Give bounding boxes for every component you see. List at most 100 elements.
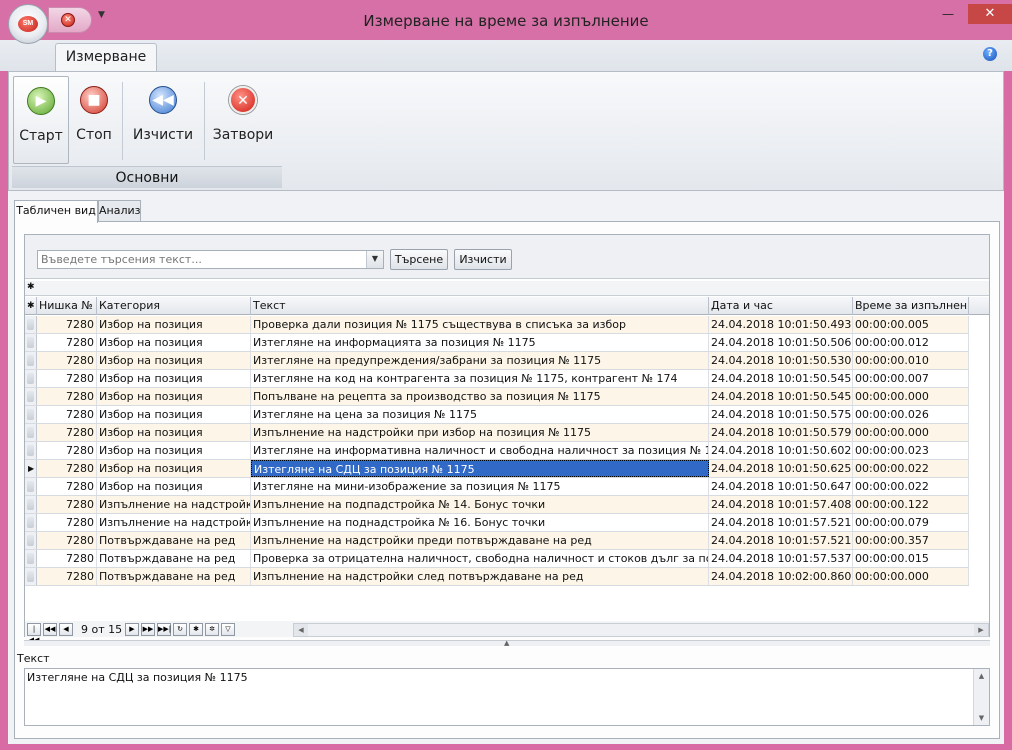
previous-page-icon[interactable]: ◀◀ <box>43 623 57 636</box>
cell-thread[interactable]: 7280 <box>37 370 97 387</box>
cell-text[interactable]: Изтегляне на предупреждения/забрани за п… <box>251 352 709 369</box>
cell-datetime[interactable]: 24.04.2018 10:01:50.545 <box>709 388 853 405</box>
column-header-duration[interactable]: Време за изпълнение <box>853 297 969 315</box>
cell-category[interactable]: Избор на позиция <box>97 478 251 495</box>
cell-category[interactable]: Избор на позиция <box>97 424 251 441</box>
table-row[interactable]: 7280 Изпълнение на надстройки Изпълнение н… <box>25 514 969 532</box>
row-indicator[interactable] <box>25 514 37 531</box>
refresh-icon[interactable]: ↻ <box>173 623 187 636</box>
cell-datetime[interactable]: 24.04.2018 10:01:50.602 <box>709 442 853 459</box>
cell-datetime[interactable]: 24.04.2018 10:01:50.647 <box>709 478 853 495</box>
cell-category[interactable]: Потвърждаване на ред <box>97 532 251 549</box>
cell-thread[interactable]: 7280 <box>37 334 97 351</box>
cell-duration[interactable]: 00:00:00.022 <box>853 478 969 495</box>
cell-thread[interactable]: 7280 <box>37 478 97 495</box>
start-button[interactable]: ▶ Старт <box>13 76 69 164</box>
cell-duration[interactable]: 00:00:00.357 <box>853 532 969 549</box>
application-menu-button[interactable]: SM <box>8 4 48 44</box>
table-row[interactable]: 7280 Избор на позиция Изтегляне на мини-из… <box>25 478 969 496</box>
search-input[interactable] <box>38 251 365 268</box>
splitter-handle[interactable]: ▲ <box>24 639 990 647</box>
cell-thread[interactable]: 7280 <box>37 442 97 459</box>
previous-record-icon[interactable]: ◀ <box>59 623 73 636</box>
cell-datetime[interactable]: 24.04.2018 10:01:50.579 <box>709 424 853 441</box>
cell-text[interactable]: Изтегляне на цена за позиция № 1175 <box>251 406 709 423</box>
cell-duration[interactable]: 00:00:00.012 <box>853 334 969 351</box>
cell-category[interactable]: Избор на позиция <box>97 334 251 351</box>
cell-category[interactable]: Потвърждаване на ред <box>97 550 251 567</box>
row-indicator[interactable] <box>25 406 37 423</box>
cell-thread[interactable]: 7280 <box>37 496 97 513</box>
row-indicator[interactable] <box>25 352 37 369</box>
row-indicator[interactable] <box>25 568 37 585</box>
cell-category[interactable]: Избор на позиция <box>97 406 251 423</box>
cell-datetime[interactable]: 24.04.2018 10:01:50.530 <box>709 352 853 369</box>
row-indicator[interactable] <box>25 496 37 513</box>
cell-text[interactable]: Изпълнение на подпадстройка № 14. Бонус … <box>251 496 709 513</box>
table-row[interactable]: ▶ 7280 Избор на позиция Изтегляне на СДЦ за… <box>25 460 969 478</box>
cell-datetime[interactable]: 24.04.2018 10:01:50.625 <box>709 460 853 477</box>
cell-datetime[interactable]: 24.04.2018 10:01:57.408 <box>709 496 853 513</box>
cell-thread[interactable]: 7280 <box>37 352 97 369</box>
search-button[interactable]: Търсене <box>390 249 448 270</box>
cell-duration[interactable]: 00:00:00.010 <box>853 352 969 369</box>
close-window-button[interactable]: ✕ <box>968 4 1012 24</box>
table-row[interactable]: 7280 Избор на позиция Попълване на рецепта… <box>25 388 969 406</box>
new-row[interactable]: ✱ <box>25 281 989 296</box>
help-icon[interactable]: ? <box>983 47 997 61</box>
table-row[interactable]: 7280 Изпълнение на надстройки Изпълнение н… <box>25 496 969 514</box>
search-combobox[interactable]: ▼ <box>37 250 384 269</box>
cell-datetime[interactable]: 24.04.2018 10:01:57.521 <box>709 532 853 549</box>
tab-analysis[interactable]: Анализ <box>98 200 141 222</box>
cell-duration[interactable]: 00:00:00.026 <box>853 406 969 423</box>
cell-text[interactable]: Проверка дали позиция № 1175 съществува … <box>251 316 709 333</box>
column-header-category[interactable]: Категория <box>97 297 251 315</box>
cell-thread[interactable]: 7280 <box>37 406 97 423</box>
table-row[interactable]: 7280 Потвърждаване на ред Проверка за отри… <box>25 550 969 568</box>
horizontal-scrollbar[interactable]: ◀ ▶ <box>293 623 989 637</box>
row-indicator[interactable]: ▶ <box>25 460 37 477</box>
row-indicator[interactable] <box>25 442 37 459</box>
ribbon-tab-measure[interactable]: Измерване <box>55 43 157 72</box>
cell-datetime[interactable]: 24.04.2018 10:01:50.575 <box>709 406 853 423</box>
cell-duration[interactable]: 00:00:00.015 <box>853 550 969 567</box>
cell-thread[interactable]: 7280 <box>37 316 97 333</box>
cell-category[interactable]: Потвърждаване на ред <box>97 568 251 585</box>
cell-thread[interactable]: 7280 <box>37 460 97 477</box>
tab-tabular-view[interactable]: Табличен вид <box>14 200 98 223</box>
cell-duration[interactable]: 00:00:00.000 <box>853 568 969 585</box>
cell-duration[interactable]: 00:00:00.005 <box>853 316 969 333</box>
cell-datetime[interactable]: 24.04.2018 10:01:50.545 <box>709 370 853 387</box>
row-indicator[interactable] <box>25 424 37 441</box>
cell-thread[interactable]: 7280 <box>37 550 97 567</box>
minimize-button[interactable]: — <box>938 4 958 24</box>
last-page-icon[interactable]: ▶▶| <box>157 623 171 636</box>
cell-text[interactable]: Изтегляне на информативна наличност и св… <box>251 442 709 459</box>
cell-text[interactable]: Изпълнение на надстройки след потвърждав… <box>251 568 709 585</box>
cell-category[interactable]: Избор на позиция <box>97 388 251 405</box>
cell-text[interactable]: Попълване на рецепта за производство за … <box>251 388 709 405</box>
table-row[interactable]: 7280 Избор на позиция Изтегляне на информа… <box>25 334 969 352</box>
cell-category[interactable]: Изпълнение на надстройки <box>97 496 251 513</box>
filter-icon[interactable]: ▽ <box>221 623 235 636</box>
close-button[interactable]: ✕ Затвори <box>208 76 278 164</box>
cell-duration[interactable]: 00:00:00.122 <box>853 496 969 513</box>
cell-duration[interactable]: 00:00:00.000 <box>853 388 969 405</box>
table-row[interactable]: 7280 Избор на позиция Проверка дали позици… <box>25 316 969 334</box>
table-row[interactable]: 7280 Избор на позиция Изтегляне на информа… <box>25 442 969 460</box>
next-page-icon[interactable]: ▶▶ <box>141 623 155 636</box>
cell-category[interactable]: Избор на позиция <box>97 460 251 477</box>
table-row[interactable]: 7280 Избор на позиция Изтегляне на предупр… <box>25 352 969 370</box>
detail-text-field[interactable] <box>25 669 973 725</box>
cell-datetime[interactable]: 24.04.2018 10:01:50.493 <box>709 316 853 333</box>
column-header-datetime[interactable]: Дата и час <box>709 297 853 315</box>
table-row[interactable]: 7280 Избор на позиция Изпълнение на надстр… <box>25 424 969 442</box>
cell-text[interactable]: Изпълнение на надстройки при избор на по… <box>251 424 709 441</box>
cell-duration[interactable]: 00:00:00.079 <box>853 514 969 531</box>
cell-category[interactable]: Изпълнение на надстройки <box>97 514 251 531</box>
clear-search-button[interactable]: Изчисти <box>454 249 512 270</box>
cell-category[interactable]: Избор на позиция <box>97 442 251 459</box>
cell-thread[interactable]: 7280 <box>37 388 97 405</box>
vertical-scrollbar[interactable]: ▲ ▼ <box>973 669 989 725</box>
chevron-down-icon[interactable]: ▼ <box>366 251 383 268</box>
